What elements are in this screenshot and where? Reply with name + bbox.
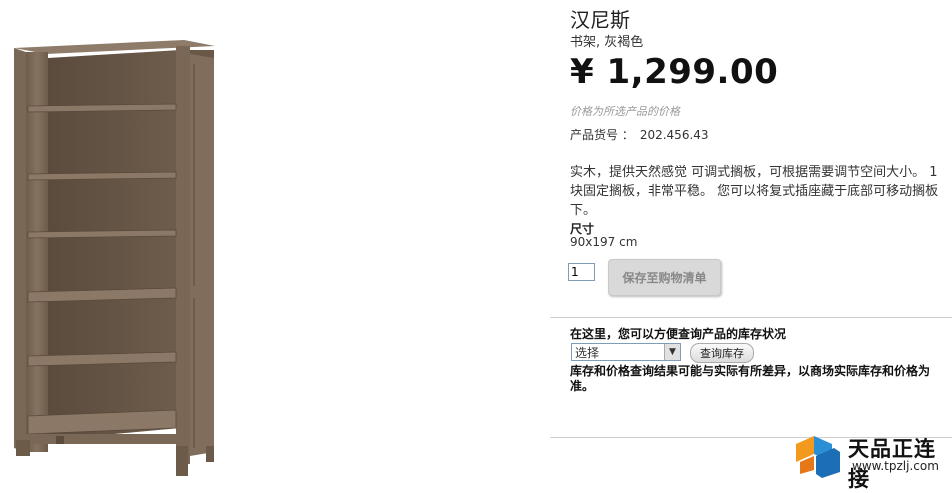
watermark-url: www.tpzlj.com	[852, 459, 939, 473]
store-select-value: 选择	[575, 345, 600, 360]
product-name: 汉尼斯	[570, 8, 630, 32]
triangle-down-icon[interactable]: ▼	[664, 344, 680, 360]
stock-disclaimer: 库存和价格查询结果可能与实际有所差异，以商场实际库存和价格为准。	[570, 364, 931, 393]
tpzlj-cube-logo-icon	[796, 436, 840, 478]
product-subtitle: 书架, 灰褐色	[570, 35, 644, 50]
article-number: 202.456.43	[639, 128, 709, 142]
product-image-bookcase	[14, 40, 215, 476]
stock-check-title: 在这里，您可以方便查询产品的库存状况	[570, 327, 787, 341]
quantity-input[interactable]	[568, 263, 595, 281]
save-to-shopping-list-button[interactable]: 保存至购物清单	[608, 259, 721, 296]
dimensions-value: 90x197 cm	[570, 235, 638, 249]
store-select[interactable]: 选择 ▼	[571, 343, 681, 361]
article-label: 产品货号 ：	[570, 128, 634, 142]
check-stock-button[interactable]: 查询库存	[690, 343, 754, 363]
price-note: 价格为所选产品的价格	[570, 105, 680, 118]
article-number-row: 产品货号 ： 202.456.43	[570, 126, 709, 143]
divider-top	[550, 317, 952, 318]
product-price: ¥ 1,299.00	[570, 52, 779, 92]
product-description: 实木，提供天然感觉 可调式搁板，可根据需要调节空间大小。 1块固定搁板，非常平稳…	[570, 165, 939, 218]
